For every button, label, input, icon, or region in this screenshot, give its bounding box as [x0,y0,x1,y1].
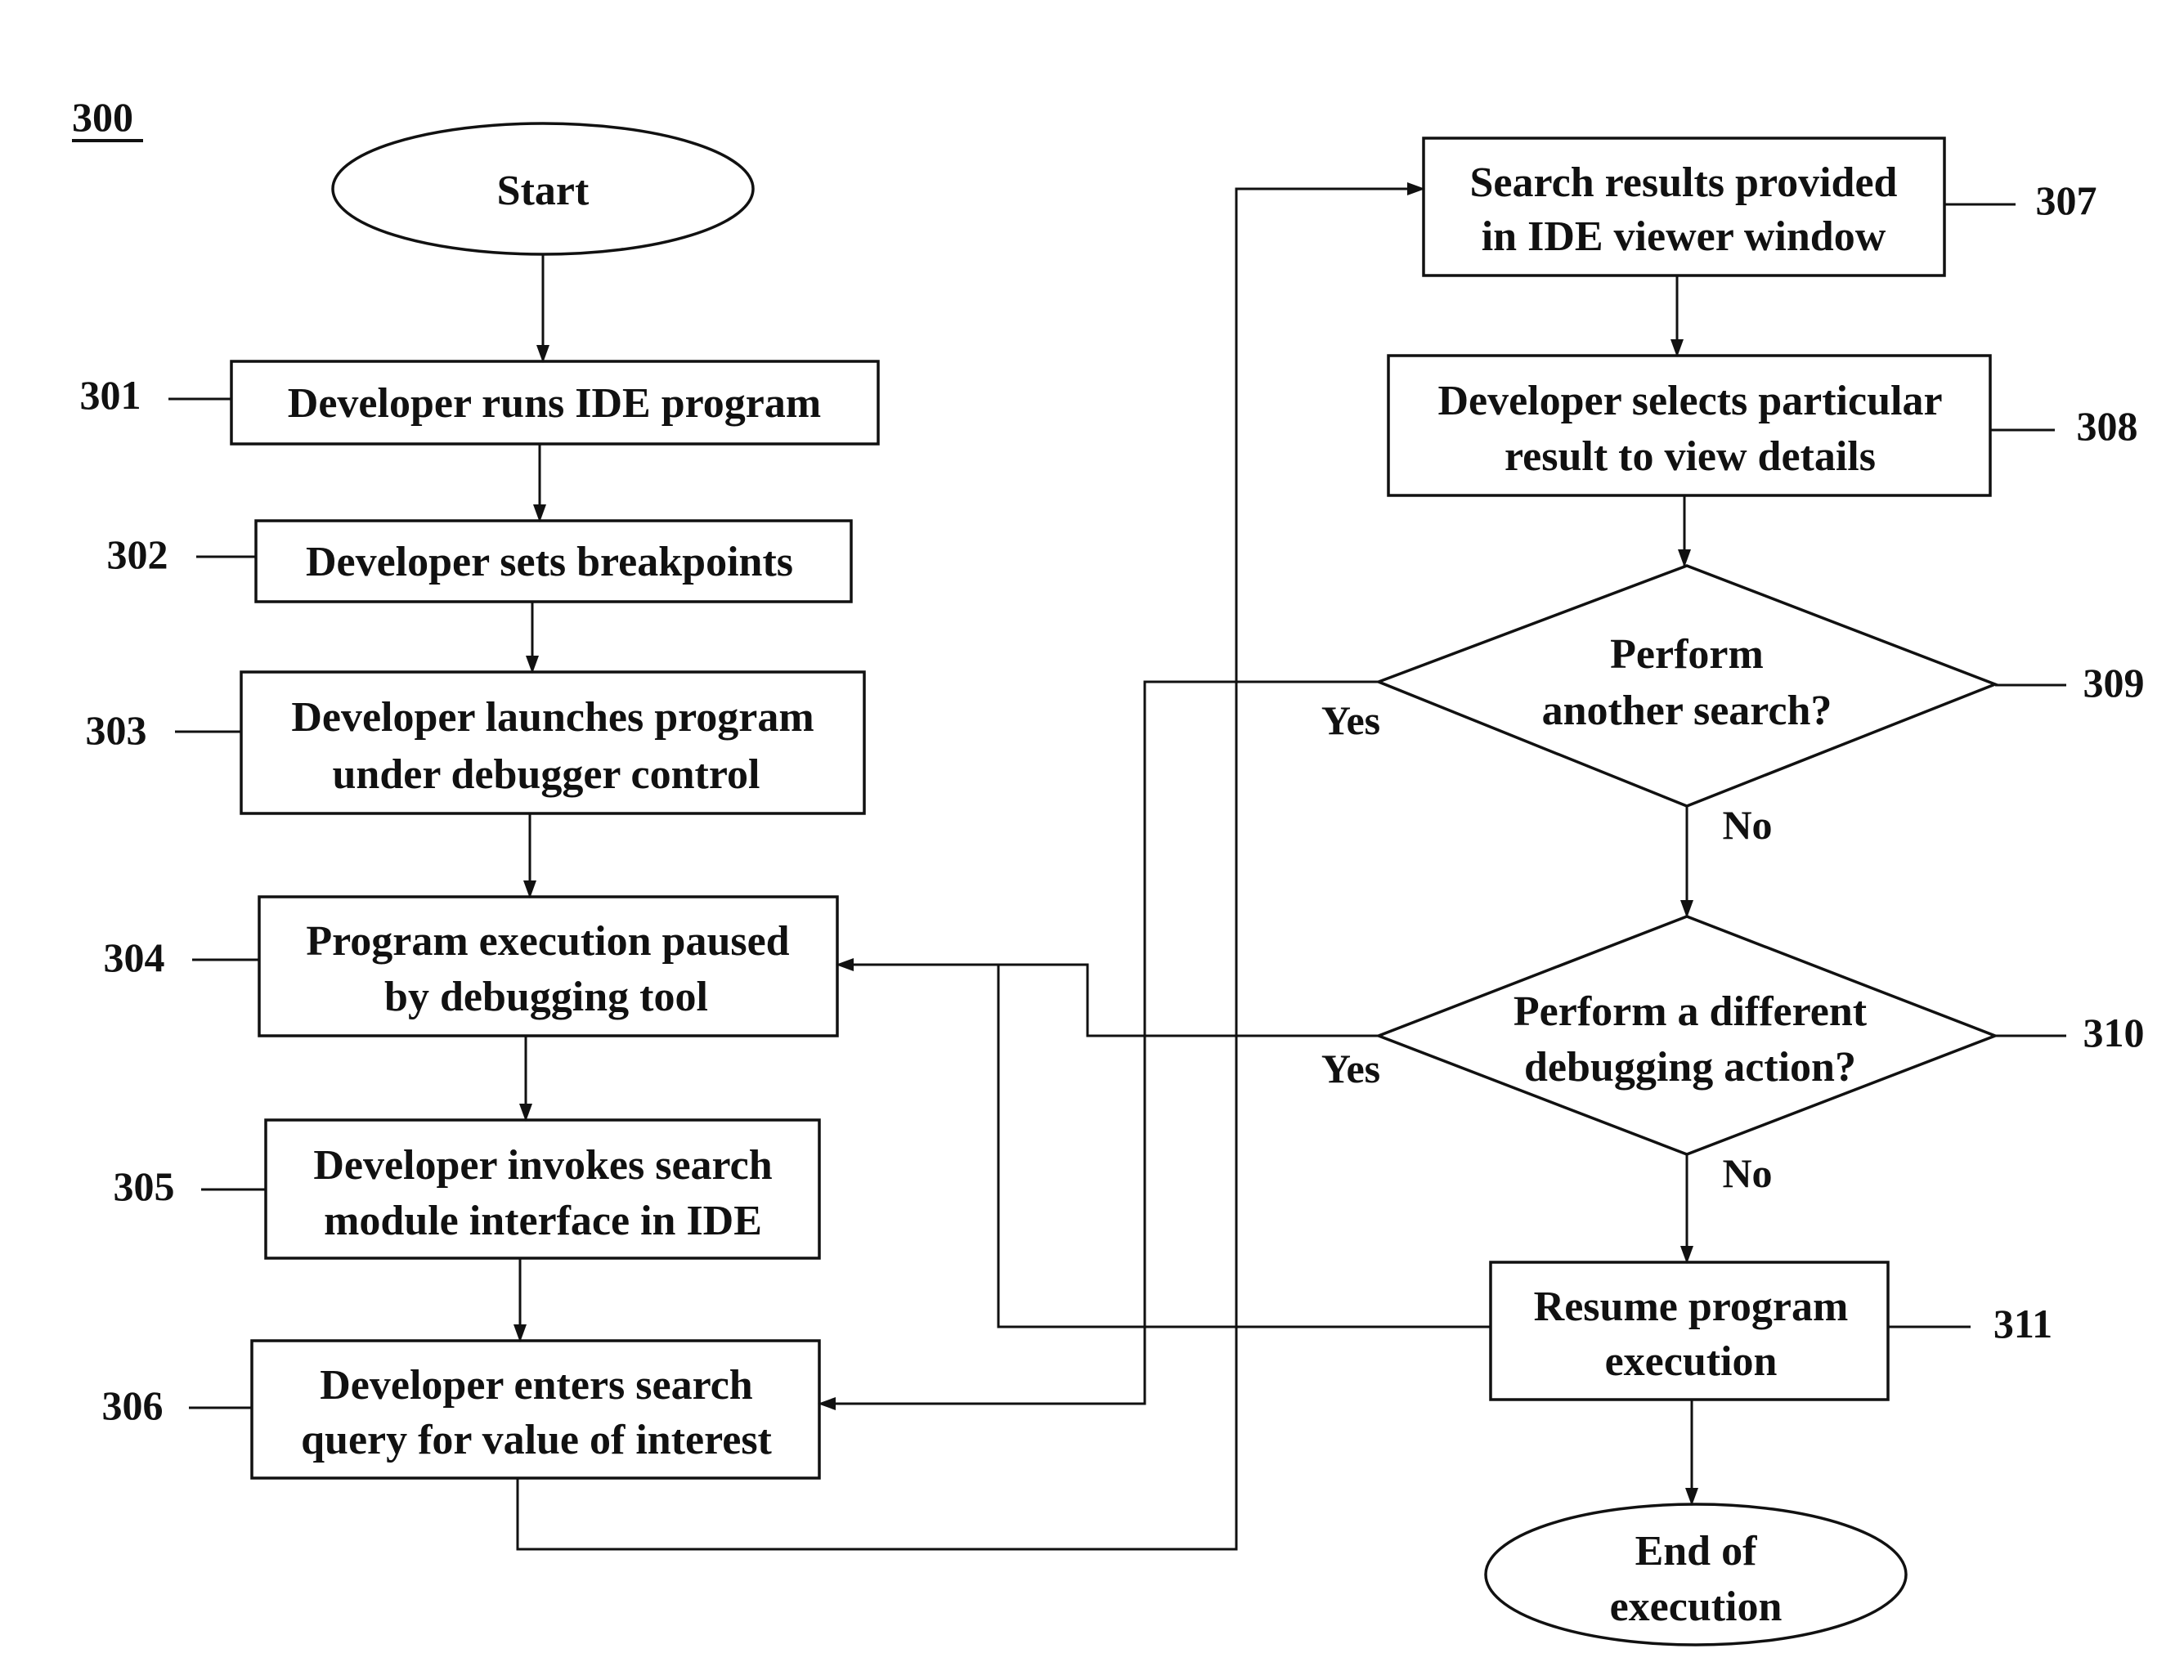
edge-311-304 [997,965,1491,1328]
figure-number-text: 300 [72,94,133,140]
step-303-label-line2: under debugger control [333,751,760,798]
step-304-label-line1: Program execution paused [306,918,789,965]
decision-310-label-line1: Perform a different [1514,988,1868,1035]
decision-310-no-label: No [1722,1150,1772,1196]
step-308-label-line2: result to view details [1505,433,1876,480]
step-306-label-line1: Developer enters search [320,1362,753,1409]
decision-309: Perform another search? 309 Yes No [1321,564,2145,848]
step-307-label-line1: Search results provided [1470,159,1898,206]
decision-309-diamond [1375,564,1999,808]
decision-310-ref: 310 [2083,1010,2145,1055]
step-305-label-line1: Developer invokes search [313,1142,772,1189]
start-label: Start [497,168,590,214]
step-307-label-line2: in IDE viewer window [1482,213,1886,260]
decision-310: Perform a different debugging action? 31… [1321,915,2145,1196]
step-301: Developer runs IDE program 301 [80,360,880,446]
start-terminal: Start [331,122,755,256]
step-308: Developer selects particular result to v… [1387,354,2138,497]
end-terminal: End of execution [1484,1503,1908,1646]
flowchart-300: 300 Start Developer runs IDE program 301… [72,94,2145,1646]
step-306-label-line2: query for value of interest [301,1417,772,1463]
decision-309-no-label: No [1722,802,1772,848]
step-305-label-line2: module interface in IDE [324,1198,762,1244]
step-302-ref: 302 [107,531,168,577]
step-301-ref: 301 [80,372,141,418]
edge-310-yes-304 [836,958,1379,1037]
step-302: Developer sets breakpoints 302 [107,519,853,603]
step-304-label-line2: by debugging tool [384,974,708,1020]
decision-309-yes-label: Yes [1321,697,1380,743]
step-305: Developer invokes search module interfac… [114,1118,821,1260]
step-304-ref: 304 [104,934,165,980]
figure-number: 300 [72,94,143,142]
step-306-ref: 306 [102,1382,164,1428]
step-303-ref: 303 [86,707,147,753]
decision-309-label-line2: another search? [1542,688,1832,734]
step-307: Search results provided in IDE viewer wi… [1422,137,2097,277]
step-307-ref: 307 [2036,177,2097,223]
step-301-label: Developer runs IDE program [288,380,821,427]
step-311-ref: 311 [1993,1301,2052,1346]
decision-310-yes-label: Yes [1321,1046,1380,1091]
step-311-label-line1: Resume program [1534,1284,1849,1330]
decision-310-diamond [1375,915,1999,1156]
step-303: Developer launches program under debugge… [86,670,866,815]
decision-309-label-line1: Perform [1610,631,1764,678]
step-311: Resume program execution 311 [1489,1261,2052,1401]
decision-309-ref: 309 [2083,660,2145,706]
decision-310-label-line2: debugging action? [1524,1044,1856,1091]
step-304: Program execution paused by debugging to… [104,895,839,1037]
step-308-label-line1: Developer selects particular [1437,378,1942,424]
step-311-label-line2: execution [1605,1338,1778,1385]
step-302-label: Developer sets breakpoints [306,539,793,585]
end-label-line1: End of [1635,1528,1758,1575]
step-303-label-line1: Developer launches program [291,694,814,741]
step-305-ref: 305 [114,1163,175,1209]
edge-309-yes-306 [818,680,1379,1410]
end-label-line2: execution [1610,1584,1783,1630]
step-306: Developer enters search query for value … [102,1339,821,1480]
step-308-ref: 308 [2077,403,2138,449]
